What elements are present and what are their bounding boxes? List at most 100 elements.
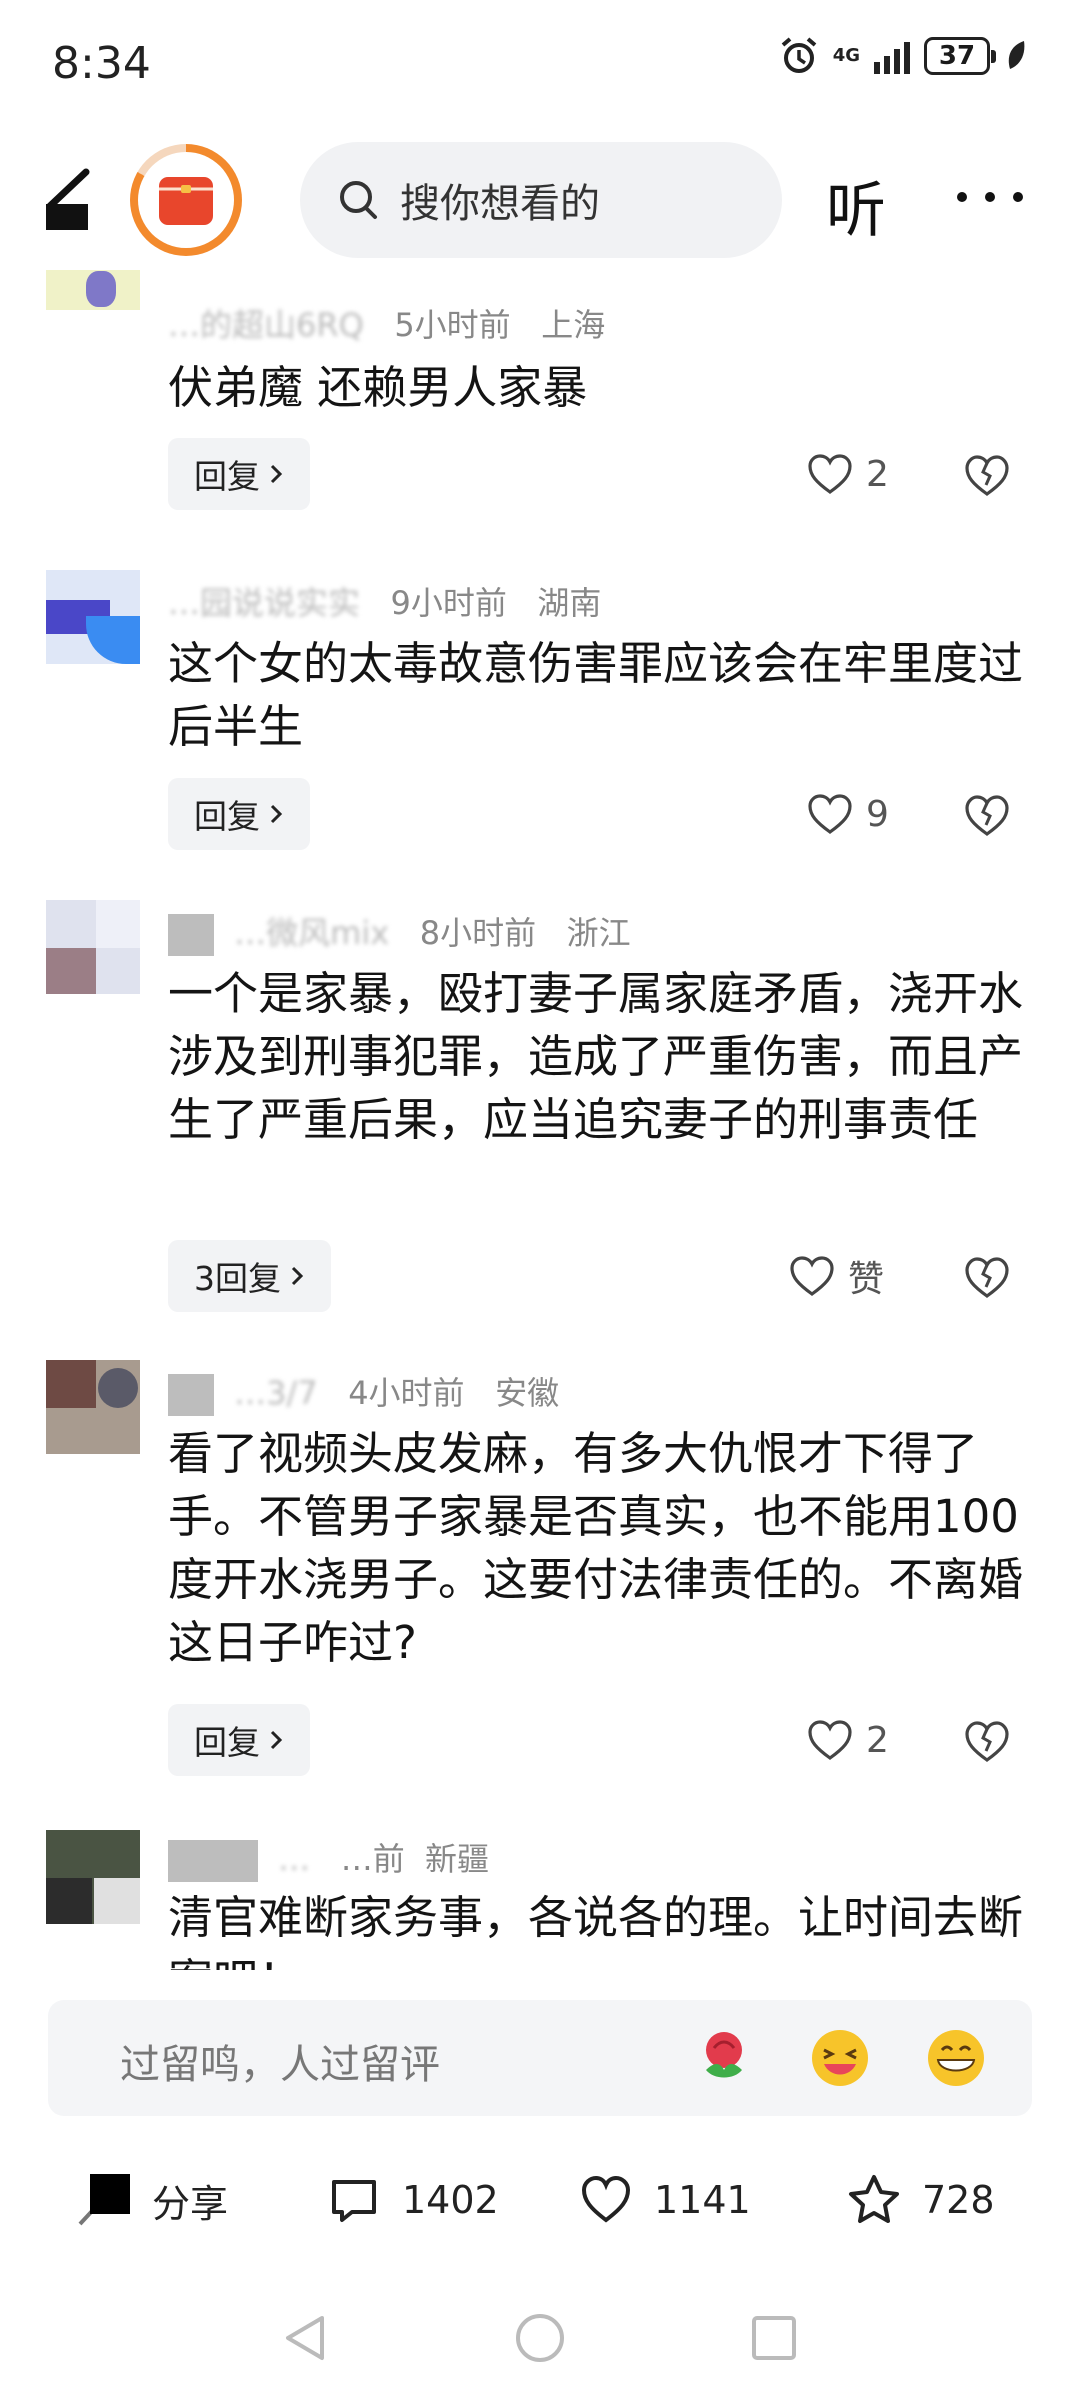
reply-label: 回复 bbox=[194, 797, 260, 836]
rose-emoji-icon[interactable] bbox=[692, 2026, 756, 2090]
heart-icon bbox=[808, 1720, 852, 1760]
reply-label: 3回复 bbox=[194, 1259, 281, 1298]
star-icon bbox=[849, 2175, 899, 2223]
back-icon[interactable] bbox=[36, 166, 106, 236]
battery-icon: 37 bbox=[924, 37, 996, 75]
search-icon bbox=[340, 181, 377, 219]
comment-time: 9小时前 bbox=[390, 584, 507, 622]
broken-heart-icon[interactable] bbox=[962, 1718, 1012, 1764]
comment-icon bbox=[332, 2180, 376, 2222]
like-button[interactable]: 赞 bbox=[788, 1240, 884, 1312]
broken-heart-icon[interactable] bbox=[962, 792, 1012, 838]
reply-button[interactable]: 回复 bbox=[168, 438, 310, 510]
heart-icon bbox=[808, 794, 852, 834]
comment-item: …微风mix 8小时前 浙江 一个是家暴，殴打妻子属家庭矛盾，浇开水涉及到刑事犯… bbox=[0, 900, 1080, 1360]
chevron-right-icon bbox=[291, 1266, 304, 1286]
comment-text: 伏弟魔 还赖男人家暴 bbox=[168, 361, 588, 414]
heart-icon bbox=[808, 454, 852, 494]
comments-button[interactable]: 1402 bbox=[326, 2172, 499, 2228]
reply-button[interactable]: 回复 bbox=[168, 1704, 310, 1776]
comment-location: 浙江 bbox=[566, 914, 631, 952]
like-button[interactable]: 9 bbox=[806, 778, 889, 850]
chevron-right-icon bbox=[270, 804, 283, 824]
comments-count: 1402 bbox=[402, 2178, 499, 2222]
battery-level: 37 bbox=[938, 41, 976, 71]
leaf-icon bbox=[1008, 41, 1025, 69]
comment-time: 5小时前 bbox=[394, 306, 511, 344]
share-icon bbox=[78, 2174, 130, 2226]
like-count: 2 bbox=[866, 1719, 889, 1761]
laughing-emoji-icon[interactable] bbox=[808, 2026, 872, 2090]
heart-icon bbox=[581, 2175, 631, 2223]
like-button[interactable]: 2 bbox=[806, 1704, 889, 1776]
broken-heart-icon[interactable] bbox=[962, 452, 1012, 498]
comment-location: 湖南 bbox=[537, 584, 602, 622]
comment-text: 这个女的太毒故意伤害罪应该会在牢里度过后半生 bbox=[168, 637, 1024, 753]
likes-count: 1141 bbox=[654, 2178, 751, 2222]
reply-label: 回复 bbox=[194, 1723, 260, 1762]
comment-item: …3/7 4小时前 安徽 看了视频头皮发麻，有多大仇恨才下得了手。不管男子家暴是… bbox=[0, 1360, 1080, 1820]
comment-username[interactable]: …的超山6RQ bbox=[168, 306, 364, 344]
avatar[interactable] bbox=[46, 1360, 140, 1454]
share-button[interactable]: 分享 bbox=[76, 2172, 228, 2228]
chevron-right-icon bbox=[270, 464, 283, 484]
avatar[interactable] bbox=[46, 270, 140, 310]
red-packet-button[interactable] bbox=[130, 144, 242, 256]
comment-text: 看了视频头皮发麻，有多大仇恨才下得了手。不管男子家暴是否真实，也不能用100度开… bbox=[168, 1427, 1024, 1669]
status-time: 8:34 bbox=[52, 38, 151, 89]
signal-icon bbox=[874, 38, 910, 74]
comment-text: 清官难断家务事，各说各的理。让时间去断案吧！ bbox=[168, 1891, 1024, 1970]
nav-back-icon[interactable] bbox=[278, 2310, 334, 2366]
like-count: 赞 bbox=[848, 1259, 885, 1300]
comment-input-placeholder: 过留鸣，人过留评 bbox=[120, 2042, 440, 2088]
like-count: 2 bbox=[866, 453, 889, 495]
comment-list[interactable]: …的超山6RQ 5小时前 上海 伏弟魔 还赖男人家暴 回复 2 …园说说实实 9… bbox=[0, 270, 1080, 1970]
avatar[interactable] bbox=[46, 570, 140, 664]
favorite-button[interactable]: 728 bbox=[846, 2172, 995, 2228]
comment-item: … …前 新疆 清官难断家务事，各说各的理。让时间去断案吧！ bbox=[0, 1830, 1080, 1970]
heart-icon bbox=[790, 1256, 834, 1296]
like-post-button[interactable]: 1141 bbox=[578, 2172, 751, 2228]
comment-time: 4小时前 bbox=[348, 1374, 465, 1412]
redaction-block bbox=[168, 914, 214, 956]
comment-input[interactable]: 过留鸣，人过留评 bbox=[48, 2000, 1032, 2116]
listen-button[interactable]: 听 bbox=[826, 162, 886, 249]
comment-time: …前 bbox=[340, 1840, 405, 1878]
comment-location: 上海 bbox=[541, 306, 606, 344]
comment-location: 新疆 bbox=[425, 1840, 490, 1878]
red-packet-icon bbox=[159, 177, 213, 225]
reply-label: 回复 bbox=[194, 457, 260, 496]
comment-item: …的超山6RQ 5小时前 上海 伏弟魔 还赖男人家暴 回复 2 bbox=[0, 270, 1080, 520]
avatar[interactable] bbox=[46, 900, 140, 994]
redaction-block bbox=[168, 1374, 214, 1416]
share-label: 分享 bbox=[152, 2181, 229, 2226]
like-count: 9 bbox=[866, 793, 889, 835]
top-bar: 搜你想看的 听 bbox=[0, 130, 1080, 270]
search-bar[interactable]: 搜你想看的 bbox=[300, 142, 782, 258]
network-type: 4G bbox=[832, 45, 860, 66]
more-icon[interactable] bbox=[950, 182, 1030, 212]
avatar[interactable] bbox=[46, 1830, 140, 1924]
broken-heart-icon[interactable] bbox=[962, 1254, 1012, 1300]
comment-username[interactable]: …3/7 bbox=[234, 1374, 318, 1412]
comment-username[interactable]: … bbox=[278, 1840, 310, 1878]
nav-recents-icon[interactable] bbox=[746, 2310, 802, 2366]
comment-username[interactable]: …微风mix bbox=[234, 914, 389, 952]
nav-home-icon[interactable] bbox=[512, 2310, 568, 2366]
redaction-block bbox=[168, 1840, 258, 1882]
system-nav-bar bbox=[0, 2290, 1080, 2388]
reply-button[interactable]: 3回复 bbox=[168, 1240, 331, 1312]
comment-time: 8小时前 bbox=[419, 914, 537, 952]
comment-username[interactable]: …园说说实实 bbox=[168, 584, 360, 622]
reply-button[interactable]: 回复 bbox=[168, 778, 310, 850]
comment-item: …园说说实实 9小时前 湖南 这个女的太毒故意伤害罪应该会在牢里度过后半生 回复… bbox=[0, 570, 1080, 890]
chevron-right-icon bbox=[270, 1730, 283, 1750]
grinning-emoji-icon[interactable] bbox=[924, 2026, 988, 2090]
comment-location: 安徽 bbox=[495, 1374, 560, 1412]
favorites-count: 728 bbox=[922, 2178, 995, 2222]
action-bar: 分享 1402 1141 728 bbox=[0, 2150, 1080, 2270]
comment-text: 一个是家暴，殴打妻子属家庭矛盾，浇开水涉及到刑事犯罪，造成了严重伤害，而且产生了… bbox=[168, 967, 1024, 1146]
alarm-icon bbox=[781, 37, 816, 73]
search-placeholder: 搜你想看的 bbox=[400, 181, 600, 227]
like-button[interactable]: 2 bbox=[806, 438, 889, 510]
